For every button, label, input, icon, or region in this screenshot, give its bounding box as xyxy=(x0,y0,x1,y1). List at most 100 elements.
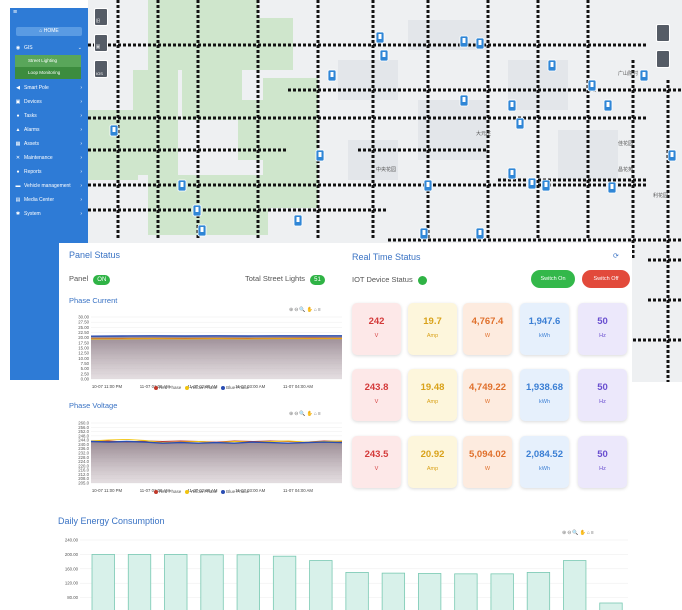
energy-bar[interactable] xyxy=(563,560,587,610)
metric-card: 243.8 V xyxy=(352,369,401,421)
street-light-marker[interactable] xyxy=(587,79,597,92)
energy-bar[interactable] xyxy=(91,553,115,610)
street-light-marker[interactable] xyxy=(293,214,303,227)
energy-bar[interactable] xyxy=(309,560,333,610)
sidebar-item-smart-pole[interactable]: ◀ Smart Pole › xyxy=(10,81,88,95)
x-tick-label: 11-07 04:00 AM xyxy=(283,384,313,389)
legend-label: Red Phase xyxy=(159,385,182,390)
street-light-marker[interactable] xyxy=(315,149,325,162)
energy-bar[interactable] xyxy=(599,602,623,610)
street-light-marker[interactable] xyxy=(541,179,551,192)
street-light-marker[interactable] xyxy=(507,167,517,180)
street-light-marker[interactable] xyxy=(515,117,525,130)
sidebar-item-system[interactable]: ✱ System › xyxy=(10,207,88,221)
legend-item[interactable]: Blue Phase xyxy=(221,489,249,494)
street-light-marker[interactable] xyxy=(192,204,202,217)
street-light-marker[interactable] xyxy=(109,124,119,137)
energy-bar[interactable] xyxy=(381,572,406,610)
sidebar-item-label: Maintenance xyxy=(24,155,53,161)
sidebar-subitem-loop-monitoring[interactable]: Loop Monitoring xyxy=(15,67,81,79)
street-light-marker[interactable] xyxy=(459,94,469,107)
street-light-marker[interactable] xyxy=(527,177,537,190)
metric-value: 4,749.22 xyxy=(469,382,506,393)
legend-item[interactable]: Blue Phase xyxy=(221,385,249,390)
energy-bar[interactable] xyxy=(272,555,297,610)
metric-card: 1,947.6 kWh xyxy=(520,303,569,355)
park-area xyxy=(88,110,138,180)
sidebar-item-alarms[interactable]: ▲ Alarms › xyxy=(10,123,88,137)
app-root: 旧 圖 IOS 广山院村 大元庄 中央花园 佳花园 昌花苑 利花园 ≡ ⌂ HO… xyxy=(0,0,682,610)
metric-value: 50 xyxy=(597,316,608,327)
sidebar-item-tasks[interactable]: ● Tasks › xyxy=(10,109,88,123)
energy-bar[interactable] xyxy=(526,572,551,610)
energy-bar[interactable] xyxy=(127,553,152,610)
switch-off-button[interactable]: Switch Off xyxy=(582,270,630,288)
map-tool-icon[interactable] xyxy=(656,50,670,68)
street-light-marker[interactable] xyxy=(639,69,649,82)
map-place-label: 中央花园 xyxy=(376,167,397,173)
sidebar-item-assets[interactable]: ▦ Assets › xyxy=(10,137,88,151)
sidebar-subitem-street-lighting[interactable]: Street Lighting xyxy=(15,55,81,67)
iot-status-dot xyxy=(417,275,427,285)
street-light-marker[interactable] xyxy=(459,35,469,48)
energy-bar[interactable] xyxy=(417,573,442,610)
layers-icon[interactable] xyxy=(656,24,670,42)
y-tick-label: 0.00 xyxy=(81,377,90,382)
sidebar-item-reports[interactable]: ● Reports › xyxy=(10,165,88,179)
sidebar-item-label: Media Center xyxy=(24,197,55,203)
legend-dot-icon xyxy=(154,489,158,494)
sidebar-item-maintenance[interactable]: ✕ Maintenance › xyxy=(10,151,88,165)
sidebar-item-label: Alarms xyxy=(24,127,40,133)
metric-unit: Hz xyxy=(599,466,606,472)
wrench-icon: ✕ xyxy=(15,155,21,161)
metric-card: 20.92 Amp xyxy=(408,436,457,488)
home-button[interactable]: ⌂ HOME xyxy=(16,27,82,36)
x-tick-label: 10-07 11:00 PM xyxy=(92,488,123,493)
metric-card: 50 Hz xyxy=(578,369,627,421)
street-light-marker[interactable] xyxy=(375,31,385,44)
metric-unit: kWh xyxy=(539,333,550,339)
street-light-marker[interactable] xyxy=(603,99,613,112)
sidebar-item-vehicle-management[interactable]: ▬ Vehicle management › xyxy=(10,179,88,193)
sidebar-item-devices[interactable]: ▣ Devices › xyxy=(10,95,88,109)
switch-on-button[interactable]: Switch On xyxy=(531,270,575,288)
metric-value: 50 xyxy=(597,449,608,460)
street-light-marker[interactable] xyxy=(475,37,485,50)
street-light-marker[interactable] xyxy=(379,49,389,62)
energy-bar[interactable] xyxy=(200,554,224,610)
metric-unit: V xyxy=(374,466,379,472)
street-light-marker[interactable] xyxy=(327,69,337,82)
map-control-2[interactable]: 圖 xyxy=(94,34,108,52)
phase-current-chart: 30.0027.5025.0022.5020.0017.5015.0012.50… xyxy=(78,315,343,389)
energy-bar[interactable] xyxy=(236,554,260,610)
legend-label: Yellow Phase xyxy=(190,385,218,390)
sidebar-item-gis[interactable]: ◉ GIS ⌄ xyxy=(10,41,88,55)
street-light-marker[interactable] xyxy=(475,227,485,240)
energy-bar[interactable] xyxy=(164,553,188,610)
energy-bar[interactable] xyxy=(490,573,514,610)
chart-toolbar[interactable]: ⊕⊖🔍✋⌂≡ xyxy=(289,411,322,417)
map-control-1[interactable]: 旧 xyxy=(94,8,108,26)
sidebar-item-media-center[interactable]: ▤ Media Center › xyxy=(10,193,88,207)
energy-bar[interactable] xyxy=(345,572,369,610)
legend-item[interactable]: Red Phase xyxy=(154,385,181,390)
sidebar-item-label: System xyxy=(24,211,41,217)
street-light-marker[interactable] xyxy=(547,59,557,72)
legend-item[interactable]: Red Phase xyxy=(154,489,181,494)
street-light-marker[interactable] xyxy=(197,224,207,237)
street-light-marker[interactable] xyxy=(667,149,677,162)
street-light-marker[interactable] xyxy=(507,99,517,112)
street-light-marker[interactable] xyxy=(419,227,429,240)
street-light-marker[interactable] xyxy=(607,181,617,194)
legend-item[interactable]: Yellow Phase xyxy=(185,385,217,390)
refresh-icon[interactable]: ⟳ xyxy=(613,252,619,260)
hamburger-icon[interactable]: ≡ xyxy=(13,9,17,16)
street-light-marker[interactable] xyxy=(423,179,433,192)
street-light-marker[interactable] xyxy=(177,179,187,192)
map-control-3[interactable]: IOS xyxy=(94,60,108,78)
legend-label: Blue Phase xyxy=(226,385,250,390)
energy-bar[interactable] xyxy=(454,573,478,610)
metric-value: 243.8 xyxy=(364,382,389,393)
legend-item[interactable]: Yellow Phase xyxy=(185,489,217,494)
legend-dot-icon xyxy=(221,385,226,390)
